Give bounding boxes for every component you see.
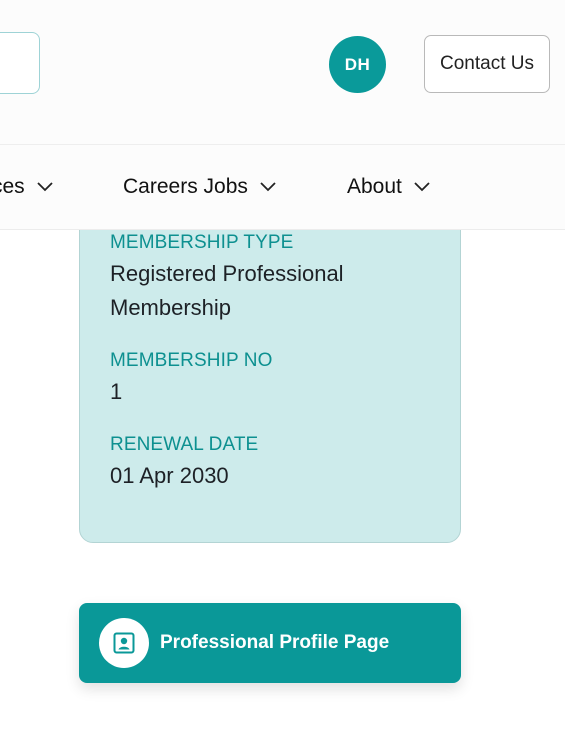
renewal-date-label: RENEWAL DATE [110,434,259,455]
membership-type-value: Registered Professional Membership [110,261,344,320]
professional-profile-label: Professional Profile Page [160,632,390,653]
nav-item-about[interactable]: About [347,145,430,229]
nav-item-services[interactable]: ces [0,145,53,229]
membership-no-label: MEMBERSHIP NO [110,350,273,371]
profile-icon [99,618,149,668]
chevron-down-icon [414,179,430,195]
main-navigation: ces Careers Jobs About [0,145,565,230]
nav-item-label: Careers Jobs [123,175,248,198]
membership-type-label: MEMBERSHIP TYPE [110,232,294,253]
professional-profile-button[interactable]: Professional Profile Page [79,603,461,683]
contact-us-button[interactable]: Contact Us [424,35,550,93]
renewal-date-value: 01 Apr 2030 [110,463,229,488]
nav-item-label: About [347,175,402,198]
top-header: DH Contact Us [0,0,565,145]
chevron-down-icon [260,179,276,195]
chevron-down-icon [37,179,53,195]
user-avatar[interactable]: DH [329,36,386,93]
membership-no-value: 1 [110,379,123,404]
nav-item-careers-jobs[interactable]: Careers Jobs [123,145,276,229]
search-input[interactable] [0,32,40,94]
nav-item-label: ces [0,175,25,198]
